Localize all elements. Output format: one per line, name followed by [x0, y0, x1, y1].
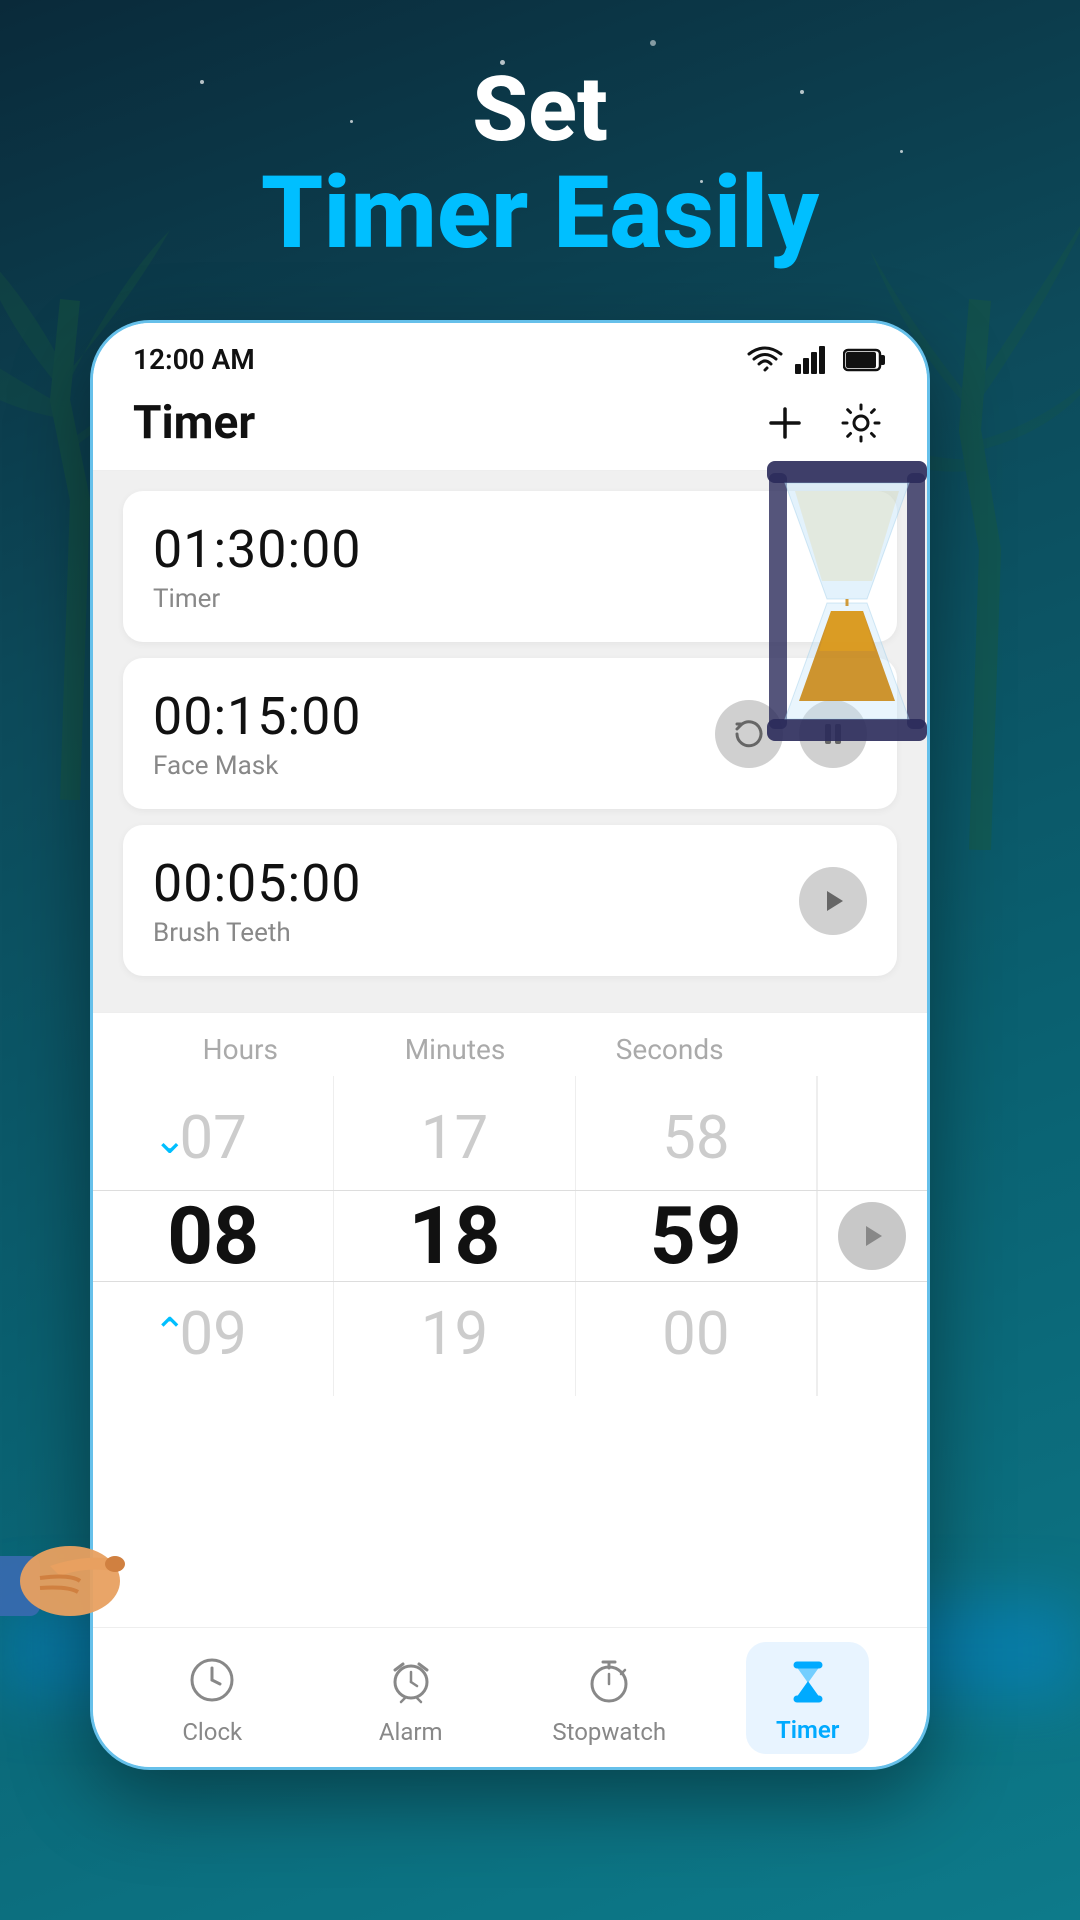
play-icon: [815, 883, 851, 919]
timer-label-2: Brush Teeth: [153, 918, 362, 948]
alarm-icon: [385, 1654, 437, 1706]
minutes-label: Minutes: [348, 1033, 563, 1066]
hero-set-text: Set: [0, 60, 1080, 159]
clock-nav-label: Clock: [182, 1718, 242, 1746]
timer-card-0: 01:30:00 Timer: [123, 491, 897, 642]
minutes-next: 19: [334, 1292, 574, 1376]
hours-prev: 07: [93, 1096, 333, 1180]
status-bar: 12:00 AM: [93, 323, 927, 386]
timer-nav-active-bg: Timer: [746, 1642, 869, 1754]
timer-nav-label: Timer: [776, 1716, 839, 1744]
phone-mockup: 12:00 AM Timer: [90, 320, 930, 1770]
nav-item-timer[interactable]: Timer: [709, 1642, 908, 1754]
status-icons: [747, 346, 887, 374]
reset-button-1[interactable]: [715, 700, 783, 768]
minutes-selected[interactable]: 18: [334, 1180, 574, 1292]
alarm-nav-icon: [381, 1650, 441, 1710]
clock-icon: [186, 1654, 238, 1706]
plus-icon: [765, 403, 805, 443]
seconds-picker-column[interactable]: 58 59 00: [576, 1076, 817, 1396]
battery-icon: [843, 346, 887, 374]
minutes-prev: 17: [334, 1096, 574, 1180]
seconds-label: Seconds: [562, 1033, 777, 1066]
timer-controls-2: [799, 867, 867, 935]
header-actions: [759, 397, 887, 449]
nav-item-clock[interactable]: Clock: [113, 1650, 312, 1746]
play-button-2[interactable]: [799, 867, 867, 935]
timer-display-1: 00:15:00: [153, 686, 362, 747]
pause-icon: [815, 716, 851, 752]
time-picker[interactable]: Hours Minutes Seconds ⌄ ⌃ 07 08 09 17 18…: [93, 1012, 927, 1396]
timer-info-1: 00:15:00 Face Mask: [153, 686, 362, 781]
finger-pointer-decoration: [0, 1516, 140, 1640]
timer-info-0: 01:30:00 Timer: [153, 519, 362, 614]
app-header: Timer: [93, 386, 927, 471]
gear-icon: [839, 401, 883, 445]
wifi-icon: [747, 346, 783, 374]
minutes-picker-column[interactable]: 17 18 19: [334, 1076, 575, 1396]
timer-list-area: 01:30:00 Timer 00:15:00 Face Mask: [93, 471, 927, 1012]
picker-play-icon: [856, 1220, 888, 1252]
picker-scroll-area[interactable]: ⌄ ⌃ 07 08 09 17 18 19 58 59 00: [93, 1076, 927, 1396]
nav-item-stopwatch[interactable]: Stopwatch: [510, 1650, 709, 1746]
app-title: Timer: [133, 396, 255, 450]
status-time: 12:00 AM: [133, 343, 255, 376]
seconds-selected[interactable]: 59: [576, 1180, 816, 1292]
hours-picker-column[interactable]: 07 08 09: [93, 1076, 334, 1396]
timer-card-1: 00:15:00 Face Mask: [123, 658, 897, 809]
seconds-next: 00: [576, 1292, 816, 1376]
seconds-prev: 58: [576, 1096, 816, 1180]
timer-icon: [782, 1656, 834, 1708]
picker-play-button[interactable]: [838, 1202, 906, 1270]
stopwatch-nav-label: Stopwatch: [552, 1718, 666, 1746]
timer-label-1: Face Mask: [153, 751, 362, 781]
stopwatch-nav-icon: [579, 1650, 639, 1710]
timer-display-2: 00:05:00: [153, 853, 362, 914]
hero-header: Set Timer Easily: [0, 60, 1080, 269]
hours-label: Hours: [133, 1033, 348, 1066]
add-timer-button[interactable]: [759, 397, 811, 449]
pause-button-1[interactable]: [799, 700, 867, 768]
signal-icon: [795, 346, 831, 374]
reset-icon: [731, 716, 767, 752]
hours-next: 09: [93, 1292, 333, 1376]
nav-item-alarm[interactable]: Alarm: [312, 1650, 511, 1746]
timer-controls-1: [715, 700, 867, 768]
timer-card-2: 00:05:00 Brush Teeth: [123, 825, 897, 976]
settings-button[interactable]: [835, 397, 887, 449]
timer-label-0: Timer: [153, 584, 362, 614]
stopwatch-icon: [583, 1654, 635, 1706]
clock-nav-icon: [182, 1650, 242, 1710]
picker-labels: Hours Minutes Seconds: [93, 1033, 927, 1066]
bottom-navigation: Clock Alarm: [93, 1627, 927, 1767]
timer-display-0: 01:30:00: [153, 519, 362, 580]
alarm-nav-label: Alarm: [379, 1718, 443, 1746]
timer-nav-icon: [778, 1652, 838, 1712]
hero-timer-text: Timer Easily: [0, 159, 1080, 269]
hours-selected[interactable]: 08: [93, 1180, 333, 1292]
timer-info-2: 00:05:00 Brush Teeth: [153, 853, 362, 948]
